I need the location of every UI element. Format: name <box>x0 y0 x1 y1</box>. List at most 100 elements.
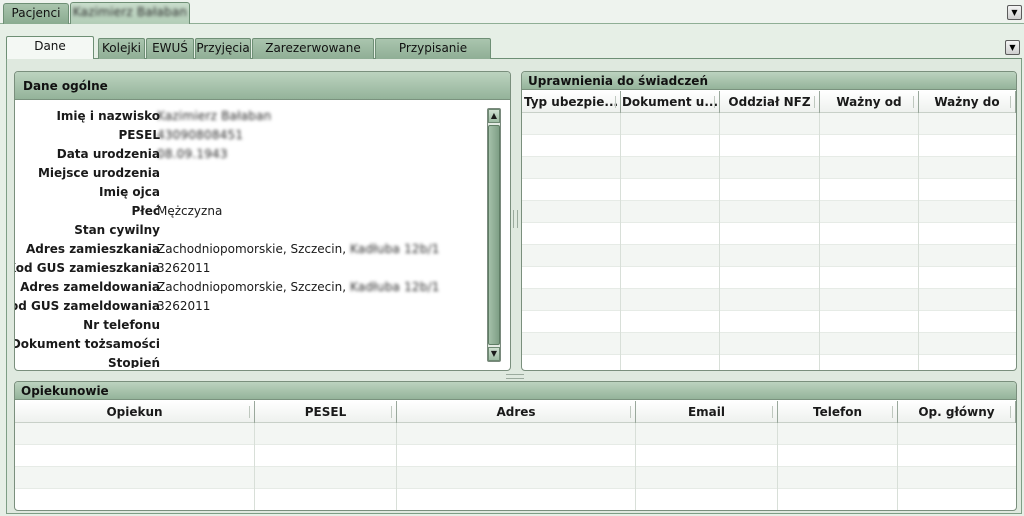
field-label: Stan cywilny <box>74 223 160 237</box>
form-row: Data urodzenia 08.09.1943 <box>15 145 485 164</box>
field-value: Zachodniopomorskie, Szczecin, Kadłuba 12b… <box>157 280 440 294</box>
table-row <box>522 179 1016 201</box>
table-row <box>522 201 1016 223</box>
tab-przypisanie-sprzetu[interactable]: Przypisanie sprzętu <box>375 38 491 74</box>
table-row <box>15 467 1016 489</box>
table-row <box>522 135 1016 157</box>
tab-dane-pacjenta[interactable]: Dane pacjenta <box>6 36 94 72</box>
field-value: 08.09.1943 <box>157 147 228 161</box>
column-header[interactable]: Typ ubezpie... <box>522 91 621 113</box>
tab-ewus[interactable]: EWUŚ <box>146 38 194 59</box>
field-label: PESEL <box>118 128 160 142</box>
subtabs-dropdown-button[interactable]: ▼ <box>1005 40 1020 55</box>
field-label: Imię ojca <box>99 185 160 199</box>
table-row <box>15 445 1016 467</box>
field-value: Mężczyzna <box>157 204 223 218</box>
column-divider <box>620 113 621 370</box>
table-row <box>522 245 1016 267</box>
form-row: Imię i nazwisko Kazimierz Bałaban <box>15 107 485 126</box>
column-divider <box>897 423 898 510</box>
column-header[interactable]: Ważny do <box>919 91 1016 113</box>
grid-header: Opiekun PESEL Adres Email Telefon Op. główny <box>15 401 1016 423</box>
table-row <box>15 423 1016 445</box>
field-label: Imię i nazwisko <box>56 109 160 123</box>
table-row <box>522 333 1016 355</box>
tab-label: Kolejki <box>102 41 141 55</box>
column-header[interactable]: PESEL <box>255 401 397 423</box>
tab-label: Kazimierz Bałaban <box>72 5 188 19</box>
form-row: Stopień <box>15 354 485 368</box>
form-row: PESEL 43090808451 <box>15 126 485 145</box>
column-header[interactable]: Opiekun <box>15 401 255 423</box>
scrollbar-thumb[interactable] <box>488 125 500 345</box>
form-row: Dokument tożsamości <box>15 335 485 354</box>
field-value: 3262011 <box>157 261 211 275</box>
field-label: Nr telefonu <box>83 318 160 332</box>
form-row: Adres zamieszkania Zachodniopomorskie, Sz… <box>15 240 485 259</box>
field-label: Adres zamieszkania <box>25 242 160 256</box>
tab-patient[interactable]: Kazimierz Bałaban <box>70 2 190 24</box>
column-header[interactable]: Op. główny <box>898 401 1016 423</box>
table-row <box>522 113 1016 135</box>
form-row: Adres zameldowania Zachodniopomorskie, Sz… <box>15 278 485 297</box>
panel-uprawnienia: Uprawnienia do świadczeń Typ ubezpie... D… <box>521 71 1017 371</box>
panel-title: Dane ogólne <box>15 72 510 100</box>
table-row <box>522 223 1016 245</box>
tab-label: Przyjęcia <box>196 41 250 55</box>
form-row: Miejsce urodzenia <box>15 164 485 183</box>
column-header[interactable]: Ważny od <box>820 91 919 113</box>
grid-body <box>15 423 1016 510</box>
column-header[interactable]: Adres <box>397 401 636 423</box>
column-divider <box>254 423 255 510</box>
column-divider <box>635 423 636 510</box>
form-row: Nr telefonu <box>15 316 485 335</box>
grid-header: Typ ubezpie... Dokument u... Oddział NFZ Wa… <box>522 91 1016 113</box>
panel-opiekunowie: Opiekunowie Opiekun PESEL Adres Email Telefo… <box>14 381 1017 511</box>
table-row <box>15 489 1016 510</box>
grid-body <box>522 113 1016 370</box>
field-label: Płeć <box>131 204 161 218</box>
form-row: Kod GUS zamieszkania 3262011 <box>15 259 485 278</box>
field-value: 3262011 <box>157 299 211 313</box>
tab-pacjenci[interactable]: Pacjenci <box>3 3 69 24</box>
field-value: Kazimierz Bałaban <box>157 109 272 123</box>
tabs-dropdown-button[interactable]: ▼ <box>1007 5 1022 20</box>
field-label: Data urodzenia <box>56 147 160 161</box>
tab-przyjecia[interactable]: Przyjęcia <box>195 38 251 59</box>
table-row <box>522 267 1016 289</box>
arrow-up-icon[interactable]: ▲ <box>488 109 500 123</box>
patient-details-form: Imię i nazwisko Kazimierz Bałaban PESEL 430… <box>15 102 485 368</box>
column-divider <box>918 113 919 370</box>
top-tab-strip: Pacjenci Kazimierz Bałaban ▼ <box>0 0 1024 24</box>
column-header[interactable]: Email <box>636 401 778 423</box>
tab-kolejki[interactable]: Kolejki <box>98 38 145 59</box>
horizontal-splitter-handle[interactable] <box>506 374 524 379</box>
field-label: Stopień <box>107 356 160 368</box>
field-label: Dokument tożsamości <box>15 337 160 351</box>
panel-title: Opiekunowie <box>15 382 1016 400</box>
field-value: Zachodniopomorskie, Szczecin, Kadłuba 12b… <box>157 242 440 256</box>
field-label: Adres zameldowania <box>20 280 160 294</box>
table-row <box>522 289 1016 311</box>
field-value: 43090808451 <box>157 128 244 142</box>
vertical-splitter-handle[interactable] <box>513 210 518 228</box>
column-header[interactable]: Dokument u... <box>621 91 720 113</box>
column-divider <box>777 423 778 510</box>
column-header[interactable]: Oddział NFZ <box>720 91 820 113</box>
column-divider <box>396 423 397 510</box>
form-row: Stan cywilny <box>15 221 485 240</box>
column-header[interactable]: Telefon <box>778 401 898 423</box>
column-divider <box>719 113 720 370</box>
tab-zarezerwowane-wizyty[interactable]: Zarezerwowane wizyty <box>252 38 374 74</box>
vertical-scrollbar[interactable]: ▲ ▼ <box>487 108 501 362</box>
field-label: Miejsce urodzenia <box>37 166 160 180</box>
table-row <box>522 311 1016 333</box>
table-row <box>522 355 1016 370</box>
form-row: Płeć Mężczyzna <box>15 202 485 221</box>
opiekunowie-grid: Opiekun PESEL Adres Email Telefon Op. główny <box>15 401 1016 510</box>
panel-title: Uprawnienia do świadczeń <box>522 72 1016 90</box>
patient-sub-tabs: Dane pacjenta Kolejki EWUŚ Przyjęcia Zar… <box>6 35 1022 74</box>
form-row: Imię ojca <box>15 183 485 202</box>
uprawnienia-grid: Typ ubezpie... Dokument u... Oddział NFZ Wa… <box>522 91 1016 370</box>
arrow-down-icon[interactable]: ▼ <box>488 347 500 361</box>
